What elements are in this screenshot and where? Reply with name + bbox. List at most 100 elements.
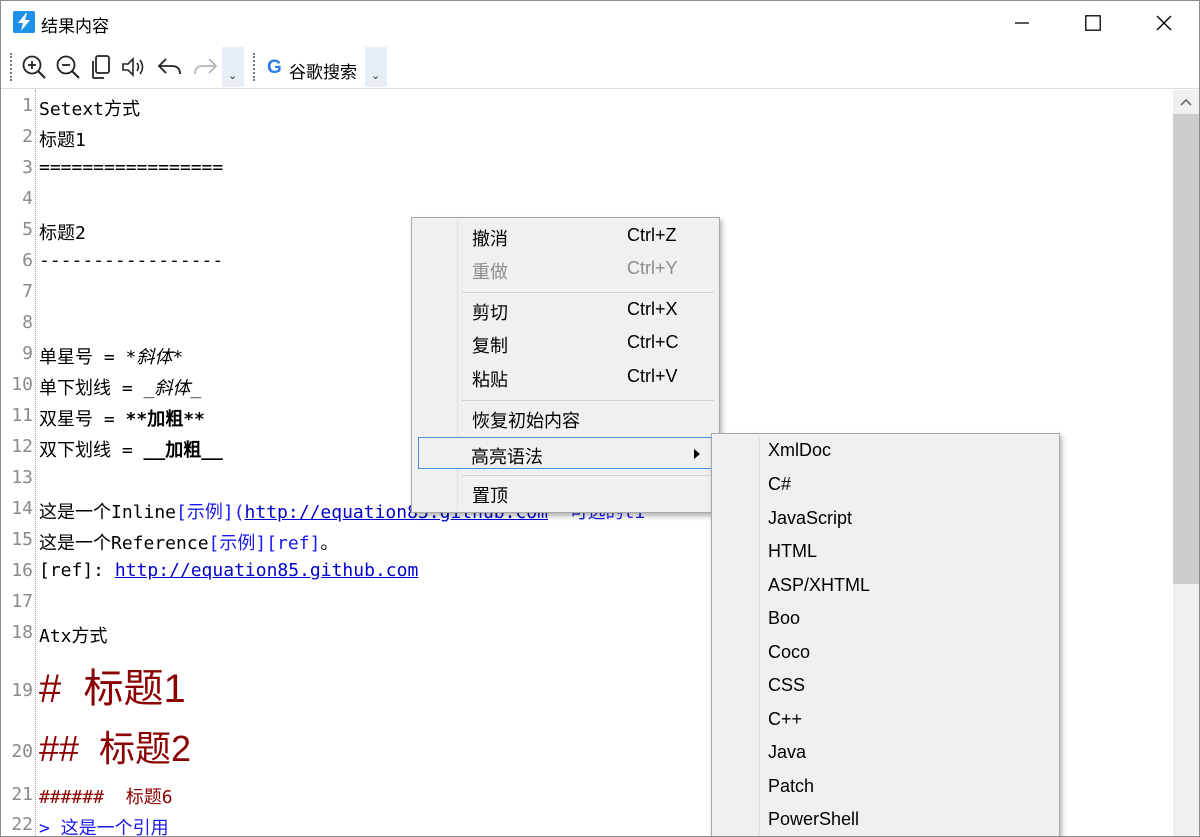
- redo-button[interactable]: [189, 51, 221, 83]
- line-text: =================: [39, 157, 224, 178]
- close-button[interactable]: [1141, 1, 1187, 45]
- line-number: 2: [22, 126, 33, 147]
- line-number: 17: [11, 591, 33, 612]
- text-run: 单下划线 =: [39, 378, 144, 399]
- line-number: 14: [11, 498, 33, 519]
- line-number: 15: [11, 529, 33, 550]
- menu-item-shortcut: Ctrl+Y: [627, 258, 678, 278]
- copy-button[interactable]: [85, 51, 117, 83]
- menu-item-redo[interactable]: 重做 Ctrl+Y: [414, 253, 717, 285]
- menu-item-shortcut: Ctrl+V: [627, 366, 678, 386]
- h2-heading: ## 标题2: [39, 728, 192, 769]
- line-number: 11: [11, 405, 33, 426]
- h6-heading: ###### 标题6: [39, 787, 173, 808]
- zoom-out-icon: [56, 55, 80, 79]
- submenu-item-java[interactable]: Java: [768, 742, 806, 775]
- menu-item-undo[interactable]: 撤消 Ctrl+Z: [414, 220, 717, 252]
- submenu-item-asp-xhtml[interactable]: ASP/XHTML: [768, 575, 870, 608]
- line-text: 标题2: [39, 223, 86, 244]
- menu-item-label: 复制: [472, 336, 508, 356]
- menu-item-label: 高亮语法: [471, 447, 543, 467]
- submenu-item-coco[interactable]: Coco: [768, 642, 810, 675]
- toolbar-grip-2[interactable]: [253, 53, 256, 81]
- menu-item-topmost[interactable]: 置顶: [414, 477, 717, 509]
- line-number: 13: [11, 467, 33, 488]
- line-number: 3: [22, 157, 33, 178]
- lightning-app-icon: [13, 11, 35, 33]
- link-markup: [示例](: [176, 502, 245, 523]
- google-search-label: 谷歌搜索: [289, 63, 357, 83]
- submenu-item-csharp[interactable]: C#: [768, 474, 791, 507]
- line-text: [ref]: http://equation85.github.com: [39, 560, 418, 581]
- menu-item-shortcut: Ctrl+Z: [627, 225, 677, 245]
- menu-item-label: 重做: [472, 262, 508, 282]
- bold-text: **加粗**: [125, 409, 205, 430]
- search-dropdown[interactable]: ⌄: [365, 47, 387, 87]
- undo-button[interactable]: [154, 51, 186, 83]
- line-text: 双星号 = **加粗**: [39, 405, 205, 431]
- close-icon: [1156, 15, 1172, 31]
- submenu-item-powershell[interactable]: PowerShell: [768, 809, 859, 836]
- undo-icon: [157, 58, 181, 75]
- zoom-in-button[interactable]: [18, 51, 50, 83]
- menu-item-cut[interactable]: 剪切 Ctrl+X: [414, 294, 717, 326]
- menu-separator: [462, 400, 714, 401]
- line-number: 5: [22, 219, 33, 240]
- submenu-item-cpp[interactable]: C++: [768, 709, 802, 742]
- minimize-button[interactable]: [999, 1, 1045, 45]
- context-menu: 撤消 Ctrl+Z 重做 Ctrl+Y 剪切 Ctrl+X 复制 Ctrl+C …: [411, 217, 720, 513]
- submenu-item-css[interactable]: CSS: [768, 675, 805, 708]
- editor-line: 1 Setext方式: [1, 92, 1173, 123]
- submenu-item-xmldoc[interactable]: XmlDoc: [768, 440, 831, 473]
- line-number: 6: [22, 250, 33, 271]
- menu-item-copy[interactable]: 复制 Ctrl+C: [414, 327, 717, 359]
- menu-item-label: 剪切: [472, 303, 508, 323]
- submenu-item-html[interactable]: HTML: [768, 541, 817, 574]
- toolbar-overflow-dropdown[interactable]: ⌄: [222, 47, 244, 87]
- toolbar: ⌄ G 谷歌搜索 ⌄: [1, 45, 1199, 89]
- text-run: 双下划线 =: [39, 440, 144, 461]
- vertical-scrollbar[interactable]: [1173, 90, 1199, 836]
- toolbar-grip[interactable]: [10, 53, 13, 81]
- url-link[interactable]: http://equation85.github.com: [115, 560, 418, 581]
- bold-text: __加粗__: [143, 440, 223, 461]
- editor-line: 4: [1, 185, 1173, 216]
- scroll-up-button[interactable]: [1173, 90, 1199, 114]
- submenu-item-boo[interactable]: Boo: [768, 608, 800, 641]
- line-text: Setext方式: [39, 99, 141, 120]
- scrollbar-thumb[interactable]: [1173, 114, 1199, 584]
- maximize-button[interactable]: [1070, 1, 1116, 45]
- google-icon: G: [267, 57, 282, 78]
- read-aloud-button[interactable]: [118, 51, 150, 83]
- text-run: 这是一个Inline: [39, 502, 177, 523]
- submenu-item-patch[interactable]: Patch: [768, 776, 814, 809]
- title-bar[interactable]: 结果内容: [1, 1, 1199, 45]
- line-number: 20: [11, 741, 33, 762]
- editor-line: 2 标题1: [1, 123, 1173, 154]
- text-run: 这是一个Reference: [39, 533, 209, 554]
- zoom-out-button[interactable]: [52, 51, 84, 83]
- line-number: 4: [22, 188, 33, 209]
- menu-item-highlight-syntax[interactable]: 高亮语法: [418, 437, 715, 469]
- chevron-down-icon: ⌄: [371, 69, 381, 82]
- menu-item-label: 置顶: [472, 486, 508, 506]
- line-number: 9: [22, 343, 33, 364]
- line-text: 这是一个Reference[示例][ref]。: [39, 529, 338, 555]
- redo-icon: [194, 58, 218, 75]
- line-text: Atx方式: [39, 626, 108, 647]
- text-run: 双星号 =: [39, 409, 126, 430]
- menu-item-paste[interactable]: 粘贴 Ctrl+V: [414, 361, 717, 393]
- maximize-icon: [1085, 15, 1101, 31]
- line-number: 18: [11, 622, 33, 643]
- menu-item-shortcut: Ctrl+X: [627, 299, 678, 319]
- minimize-icon: [1015, 22, 1029, 24]
- menu-item-restore[interactable]: 恢复初始内容: [414, 402, 717, 434]
- line-number: 21: [11, 784, 33, 805]
- blockquote-text: > 这是一个引用: [39, 818, 169, 836]
- line-number: 8: [22, 312, 33, 333]
- submenu-item-javascript[interactable]: JavaScript: [768, 508, 852, 541]
- menu-item-label: 粘贴: [472, 370, 508, 390]
- window-title: 结果内容: [41, 17, 109, 37]
- line-number: 1: [22, 95, 33, 116]
- line-number: 16: [11, 560, 33, 581]
